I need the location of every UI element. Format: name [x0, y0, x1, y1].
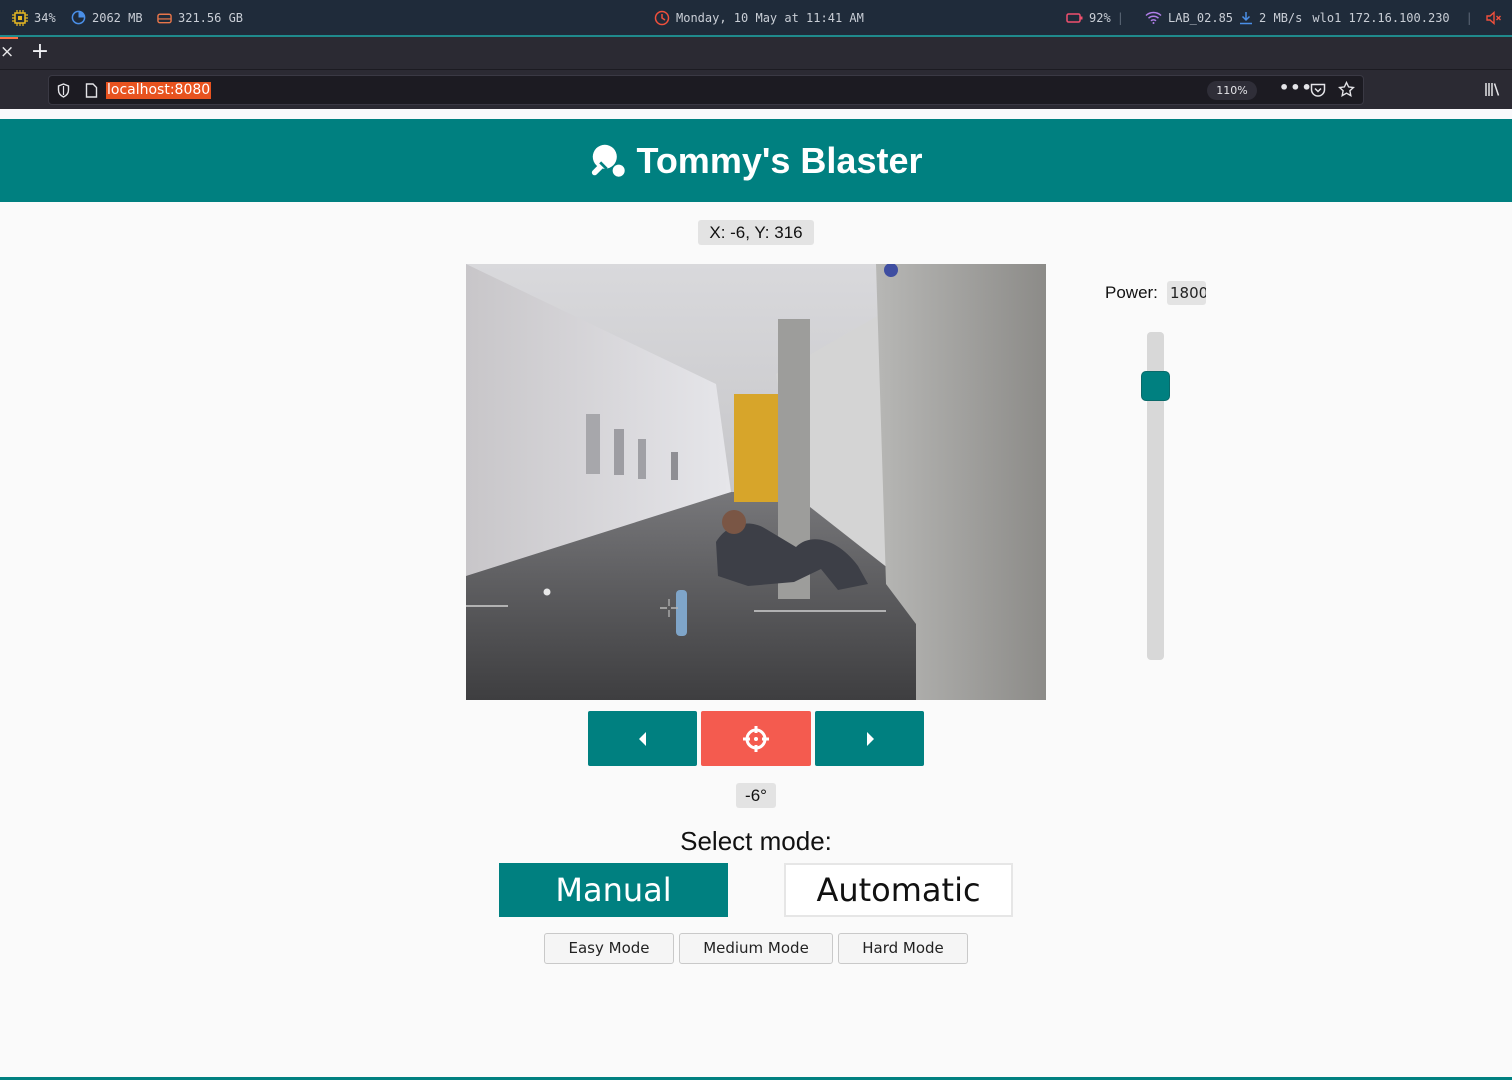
rotate-left-button[interactable] — [588, 711, 697, 766]
system-status-bar: 34% 2062 MB 321.56 GB Monday, 10 May at … — [0, 0, 1512, 35]
download-icon — [1240, 11, 1253, 24]
zoom-level-button[interactable]: 110% — [1207, 81, 1257, 100]
memory-indicator: 2062 MB — [71, 0, 143, 35]
camera-feed-image[interactable] — [466, 264, 1046, 700]
address-bar[interactable]: localhost:8080 110% ••• — [48, 75, 1364, 105]
crosshairs-icon — [743, 725, 769, 752]
wifi-icon — [1145, 11, 1162, 24]
disk-value: 321.56 GB — [178, 10, 244, 25]
network-indicator: LAB_02.85 2 MB/s wlo1 172.16.100.230 | — [1145, 0, 1473, 35]
automatic-mode-button[interactable]: Automatic — [784, 863, 1013, 917]
fire-button[interactable] — [701, 711, 811, 766]
volume-indicator[interactable] — [1486, 0, 1502, 35]
app-header: Tommy's Blaster — [0, 119, 1512, 202]
coordinates-readout: X: -6, Y: 316 — [698, 220, 814, 245]
power-value-input[interactable]: 1800 — [1167, 281, 1206, 305]
library-icon[interactable] — [1484, 82, 1500, 97]
cpu-value: 34% — [34, 10, 56, 25]
battery-icon — [1066, 12, 1083, 23]
memory-value: 2062 MB — [92, 10, 143, 25]
caret-right-icon — [866, 731, 874, 746]
datetime: Monday, 10 May at 11:41 AM — [676, 10, 864, 25]
manual-mode-button[interactable]: Manual — [499, 863, 728, 917]
browser-tab-bar: × + — [0, 37, 1512, 69]
browser-nav-bar: localhost:8080 110% ••• — [0, 69, 1512, 109]
angle-readout: -6° — [736, 783, 776, 808]
download-speed: 2 MB/s — [1259, 10, 1303, 25]
url-text[interactable]: localhost:8080 — [106, 82, 212, 99]
power-slider-thumb[interactable] — [1141, 370, 1170, 401]
tracking-protection-shield-icon[interactable] — [57, 83, 70, 98]
caret-left-icon — [638, 731, 646, 746]
mode-title: Select mode: — [680, 826, 832, 856]
crosshair-cursor-icon — [660, 599, 678, 617]
disk-icon — [157, 13, 172, 23]
new-tab-button[interactable]: + — [28, 37, 52, 69]
page-actions-menu-icon[interactable]: ••• — [1279, 78, 1313, 97]
app-title: Tommy's Blaster — [636, 139, 923, 181]
camera-feed[interactable] — [466, 264, 1046, 700]
bookmark-star-icon[interactable] — [1338, 81, 1355, 98]
battery-indicator: 92% | — [1066, 0, 1124, 35]
disk-indicator: 321.56 GB — [157, 0, 243, 35]
pocket-icon[interactable] — [1310, 82, 1326, 98]
network-address: wlo1 172.16.100.230 — [1312, 10, 1450, 25]
battery-value: 92% — [1089, 10, 1111, 25]
cpu-indicator: 34% — [12, 0, 56, 35]
volume-muted-icon[interactable] — [1486, 10, 1502, 25]
browser-content-top-strip — [0, 109, 1512, 119]
ping-pong-icon — [591, 144, 625, 177]
close-tab-icon[interactable]: × — [0, 37, 14, 69]
rotate-right-button[interactable] — [815, 711, 924, 766]
wifi-name: LAB_02.85 — [1168, 10, 1234, 25]
power-label: Power: — [1105, 283, 1158, 302]
separator: | — [1116, 10, 1124, 25]
memory-pie-icon — [71, 10, 86, 25]
medium-mode-button[interactable]: Medium Mode — [679, 933, 833, 964]
separator: | — [1465, 10, 1473, 25]
cpu-icon — [12, 9, 28, 26]
page-icon[interactable] — [85, 83, 98, 98]
clock-icon — [654, 10, 670, 25]
hard-mode-button[interactable]: Hard Mode — [838, 933, 968, 964]
clock: Monday, 10 May at 11:41 AM — [654, 0, 864, 35]
easy-mode-button[interactable]: Easy Mode — [544, 933, 674, 964]
